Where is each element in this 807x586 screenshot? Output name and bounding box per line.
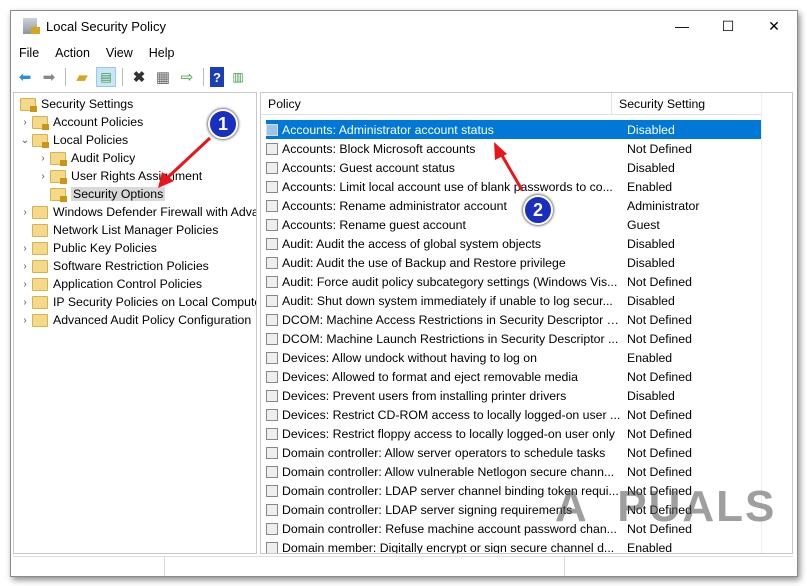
annotation-arrows bbox=[158, 136, 524, 191]
arrow-2-head bbox=[494, 142, 507, 160]
arrow-1 bbox=[163, 136, 212, 182]
annotation-badge-1: 1 bbox=[208, 109, 238, 139]
annotation-badge-2: 2 bbox=[523, 195, 553, 225]
arrow-2 bbox=[498, 151, 524, 191]
